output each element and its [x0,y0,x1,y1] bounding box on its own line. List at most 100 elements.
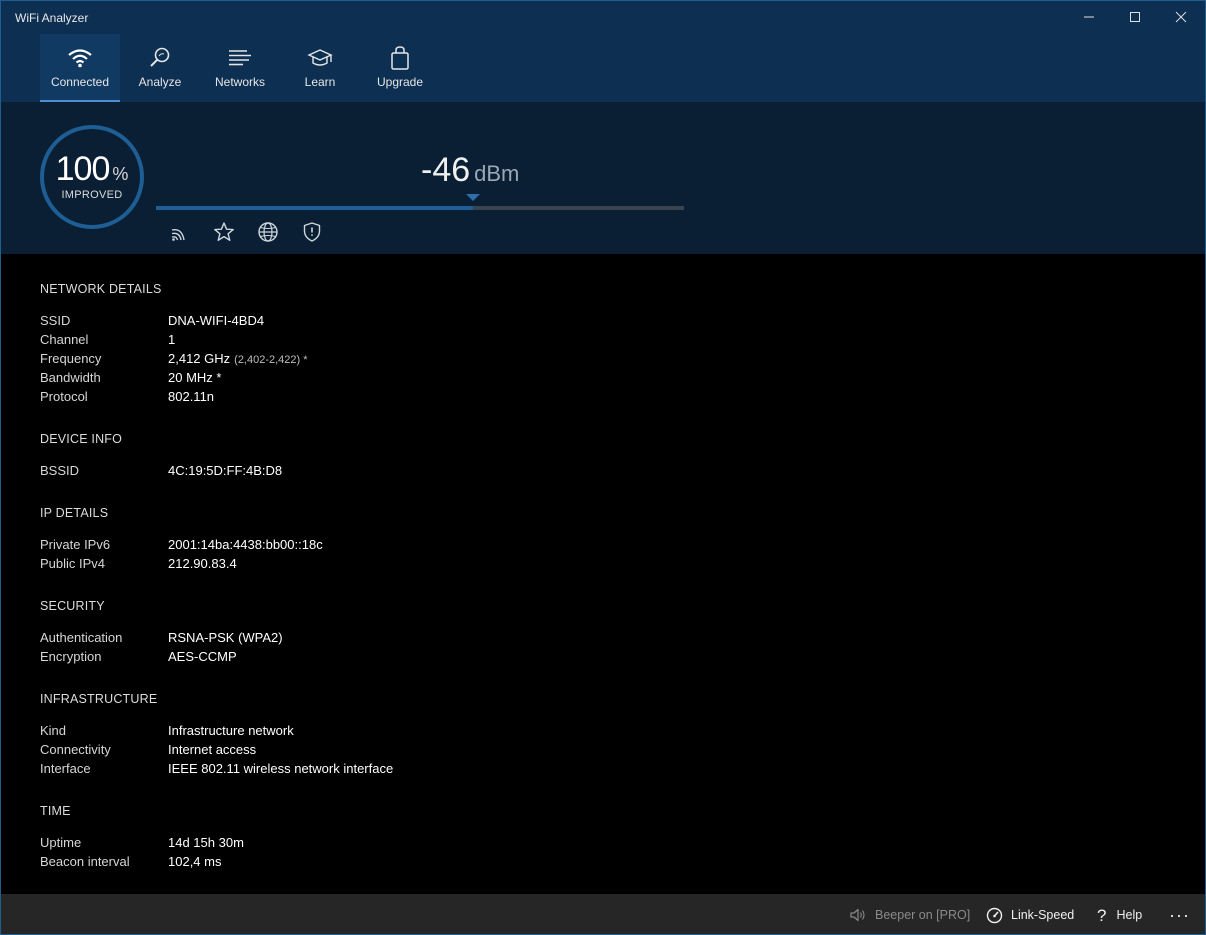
tab-learn-label: Learn [304,75,336,89]
more-options-button[interactable]: ··· [1169,894,1190,934]
detail-value: 1 [168,332,176,347]
signal-strength-marker [466,194,480,201]
magnifier-icon [147,45,173,71]
header: WiFi Analyzer Connected Analyze Networks… [1,1,1205,102]
wifi-signal-icon[interactable] [169,220,191,244]
details-section: SECURITY Authentication RSNA-PSK (WPA2) Enc… [40,596,393,666]
detail-value-wrap: 14d 15h 30m [168,833,244,852]
detail-key: Bandwidth [40,370,101,385]
tab-upgrade[interactable]: Upgrade [360,34,440,102]
detail-key: Frequency [40,351,102,366]
status-bar: Beeper on [PRO] Link-Speed ? Help ··· [1,894,1205,934]
detail-row: Uptime 14d 15h 30m [40,833,393,852]
detail-key: Connectivity [40,742,111,757]
detail-row: Interface IEEE 802.11 wireless network in… [40,759,393,778]
section-title: INFRASTRUCTURE [40,692,158,706]
window-title: WiFi Analyzer [15,11,89,25]
close-icon [1175,11,1187,23]
shield-icon[interactable] [301,220,323,244]
app-window: WiFi Analyzer Connected Analyze Networks… [0,0,1206,935]
detail-value: 212.90.83.4 [168,556,237,571]
detail-row: Channel 1 [40,330,393,349]
signal-percent-unit: % [112,163,129,184]
section-title: TIME [40,804,71,818]
link-speed-label: Link-Speed [1011,908,1075,922]
detail-value: 802.11n [168,389,215,404]
beeper-label: Beeper on [PRO] [875,908,971,922]
detail-row: Beacon interval 102,4 ms [40,852,393,871]
tab-networks[interactable]: Networks [200,34,280,102]
minimize-icon [1084,16,1094,18]
help-button[interactable]: ? Help [1097,894,1143,934]
help-label: Help [1116,908,1143,922]
shopping-bag-icon [387,45,413,71]
globe-icon[interactable] [257,220,279,244]
detail-key: SSID [40,313,71,328]
close-button[interactable] [1158,1,1204,33]
tab-learn[interactable]: Learn [280,34,360,102]
speaker-icon [850,908,865,922]
detail-value-wrap: 20 MHz * [168,368,221,387]
detail-key: Kind [40,723,67,738]
tab-upgrade-label: Upgrade [376,75,424,89]
detail-row: Kind Infrastructure network [40,721,393,740]
detail-row: Authentication RSNA-PSK (WPA2) [40,628,393,647]
detail-value-wrap: 212.90.83.4 [168,554,237,573]
detail-value: 102,4 ms [168,854,222,869]
speedometer-icon [986,907,1003,923]
signal-status-label: IMPROVED [61,188,123,201]
details-section: IP DETAILS Private IPv6 2001:14ba:4438:bb0… [40,503,393,573]
link-speed-button[interactable]: Link-Speed [986,894,1075,934]
signal-strength-fill [156,206,473,210]
more-icon: ··· [1169,904,1190,925]
detail-value-wrap: AES-CCMP [168,647,237,666]
detail-value: 2001:14ba:4438:bb00::18c [168,537,323,552]
detail-value: Infrastructure network [168,723,294,738]
detail-value-wrap: 2,412 GHz (2,402-2,422) * [168,349,308,368]
details-section: INFRASTRUCTURE Kind Infrastructure network… [40,689,393,778]
signal-strength-bar [156,206,684,210]
detail-value: 2,412 GHz [168,351,231,366]
tab-analyze-label: Analyze [138,75,182,89]
details-panel: NETWORK DETAILS SSID DNA-WIFI-4BD4 Channel 1… [40,279,393,871]
detail-row: SSID DNA-WIFI-4BD4 [40,311,393,330]
detail-value-wrap: RSNA-PSK (WPA2) [168,628,283,647]
detail-value-wrap: 802.11n [168,387,214,406]
detail-key: Uptime [40,835,82,850]
detail-value: 14d 15h 30m [168,835,244,850]
detail-value: AES-CCMP [168,649,237,664]
details-section: TIME Uptime 14d 15h 30m Beacon interval 102,… [40,801,393,871]
tab-connected-label: Connected [50,75,110,89]
detail-value: DNA-WIFI-4BD4 [168,313,265,328]
star-icon[interactable] [213,220,235,244]
detail-key: Public IPv4 [40,556,106,571]
detail-value: IEEE 802.11 wireless network interface [168,761,394,776]
detail-key: Protocol [40,389,88,404]
detail-row: Frequency 2,412 GHz (2,402-2,422) * [40,349,393,368]
detail-row: Public IPv4 212.90.83.4 [40,554,393,573]
section-title: SECURITY [40,599,105,613]
detail-key: BSSID [40,463,80,478]
detail-row: Encryption AES-CCMP [40,647,393,666]
minimize-button[interactable] [1066,1,1112,33]
detail-value-wrap: 102,4 ms [168,852,221,871]
detail-value-range: (2,402-2,422) * [234,354,308,366]
section-title: NETWORK DETAILS [40,282,162,296]
tab-connected[interactable]: Connected [40,34,120,102]
detail-value-wrap: 2001:14ba:4438:bb00::18c [168,535,323,554]
dbm-unit: dBm [474,161,520,186]
beeper-toggle[interactable]: Beeper on [PRO] [849,894,971,934]
dbm-value: -46 [421,151,471,189]
tab-analyze[interactable]: Analyze [120,34,200,102]
signal-quality-gauge: 100 % IMPROVED [40,125,144,229]
detail-value: 4C:19:5D:FF:4B:D8 [168,463,283,478]
tab-networks-label: Networks [214,75,265,89]
wifi-icon [67,45,93,71]
detail-row: BSSID 4C:19:5D:FF:4B:D8 [40,461,393,480]
detail-key: Encryption [40,649,102,664]
quick-actions [169,220,323,244]
detail-value-wrap: DNA-WIFI-4BD4 [168,311,264,330]
maximize-button[interactable] [1112,1,1158,33]
details-section: NETWORK DETAILS SSID DNA-WIFI-4BD4 Channel 1… [40,279,393,406]
maximize-icon [1130,12,1140,22]
